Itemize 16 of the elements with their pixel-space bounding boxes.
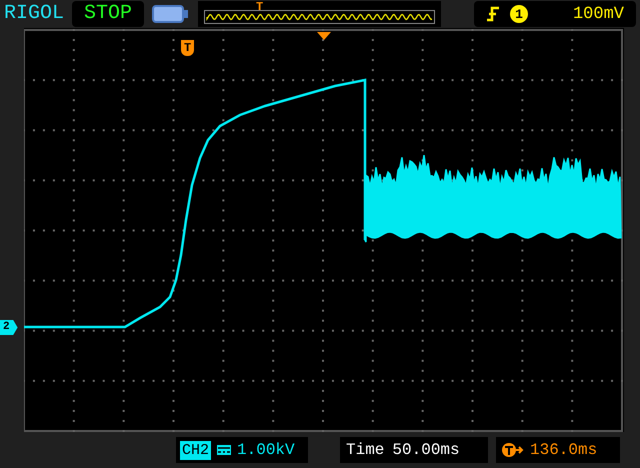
trigger-position-marker[interactable]: T	[181, 40, 194, 56]
time-scale: 50.00ms	[392, 442, 460, 458]
time-label: Time	[346, 442, 384, 458]
trigger-channel-badge: 1	[510, 5, 528, 23]
trigger-level: 100mV	[572, 6, 624, 22]
trigger-offset: 136.0ms	[530, 442, 598, 458]
trigger-panel[interactable]: 1 100mV	[474, 1, 636, 27]
channel-scale: 1.00kV	[237, 442, 295, 458]
run-state-indicator[interactable]: STOP	[72, 1, 144, 27]
channel-marker[interactable]: 2	[0, 320, 18, 335]
channel-scale-panel[interactable]: CH2 1.00kV	[176, 437, 308, 463]
trigger-marker: T	[256, 1, 264, 13]
trigger-offset-panel[interactable]: 136.0ms	[496, 437, 620, 463]
brand-label: RIGOL	[4, 4, 64, 24]
timebase-panel[interactable]: Time 50.00ms	[340, 437, 488, 463]
channel-label: CH2	[180, 440, 212, 460]
